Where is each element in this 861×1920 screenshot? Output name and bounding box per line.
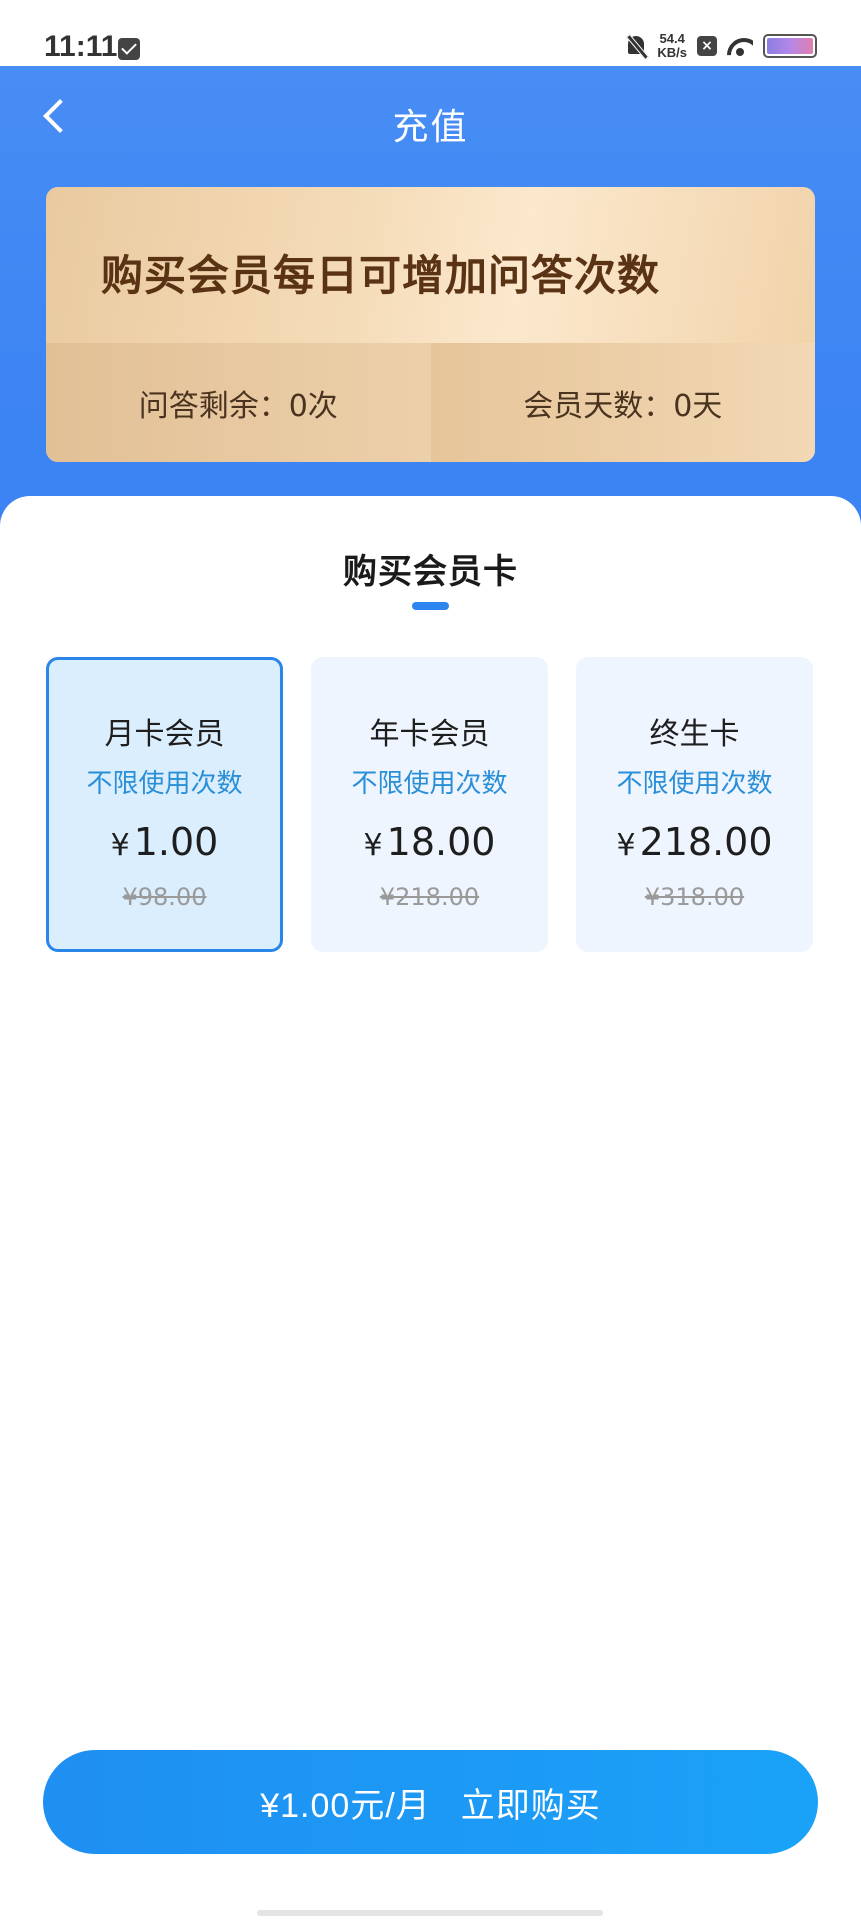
- currency-symbol: ¥: [616, 828, 636, 863]
- currency-symbol: ¥: [110, 828, 130, 863]
- no-sim-icon: ×: [697, 36, 717, 56]
- plan-sheet: 购买会员卡 月卡会员 不限使用次数 ¥1.00 ¥98.00 年卡会员 不限使用…: [0, 496, 861, 1920]
- plan-name: 年卡会员: [369, 717, 490, 752]
- network-speed-unit: KB/s: [657, 45, 687, 60]
- vip-headline: 购买会员每日可增加问答次数: [101, 251, 661, 300]
- plan-card-monthly[interactable]: 月卡会员 不限使用次数 ¥1.00 ¥98.00: [46, 657, 283, 952]
- plan-price-value: 18.00: [386, 820, 496, 864]
- vip-stats: 问答剩余：0次 会员天数：0天: [46, 343, 815, 462]
- currency-symbol: ¥: [363, 828, 383, 863]
- battery-icon: [763, 34, 817, 58]
- page-title: 充值: [392, 107, 469, 148]
- buy-action-label: 立即购买: [460, 1786, 601, 1825]
- plan-price: ¥18.00: [311, 820, 548, 864]
- plan-original-price: ¥218.00: [379, 883, 480, 911]
- plan-card-lifetime[interactable]: 终生卡 不限使用次数 ¥218.00 ¥318.00: [576, 657, 813, 952]
- plan-price-value: 218.00: [639, 820, 773, 864]
- status-icons: 54.4 KB/s ×: [625, 32, 817, 60]
- network-speed-value: 54.4: [659, 31, 685, 46]
- mute-bell-icon: [625, 34, 647, 58]
- status-bar: 11:11 54.4 KB/s ×: [0, 0, 861, 66]
- vip-days: 会员天数：0天: [430, 343, 815, 462]
- plan-desc: 不限使用次数: [351, 769, 508, 799]
- plan-original-price: ¥318.00: [644, 883, 745, 911]
- plan-name: 终生卡: [649, 717, 740, 752]
- home-indicator[interactable]: [257, 1910, 603, 1916]
- section-title-underline: [412, 602, 449, 610]
- network-speed: 54.4 KB/s: [657, 32, 687, 60]
- plan-price: ¥218.00: [576, 820, 813, 864]
- wifi-icon: [727, 36, 753, 56]
- plan-desc: 不限使用次数: [86, 769, 243, 799]
- plan-original-price: ¥98.00: [122, 883, 207, 911]
- qa-remaining: 问答剩余：0次: [46, 343, 431, 462]
- plan-price: ¥1.00: [49, 820, 280, 864]
- plan-desc: 不限使用次数: [616, 769, 773, 799]
- plan-price-value: 1.00: [133, 820, 219, 864]
- vip-info-card: 购买会员每日可增加问答次数 问答剩余：0次 会员天数：0天: [46, 187, 815, 462]
- plan-name: 月卡会员: [104, 717, 225, 752]
- plan-card-yearly[interactable]: 年卡会员 不限使用次数 ¥18.00 ¥218.00: [311, 657, 548, 952]
- status-time: 11:11: [44, 30, 118, 63]
- mail-notification-icon: [118, 38, 140, 60]
- buy-now-button[interactable]: ¥1.00元/月 立即购买: [43, 1750, 818, 1854]
- buy-price-label: ¥1.00元/月: [260, 1786, 431, 1825]
- section-title: 购买会员卡: [343, 552, 518, 592]
